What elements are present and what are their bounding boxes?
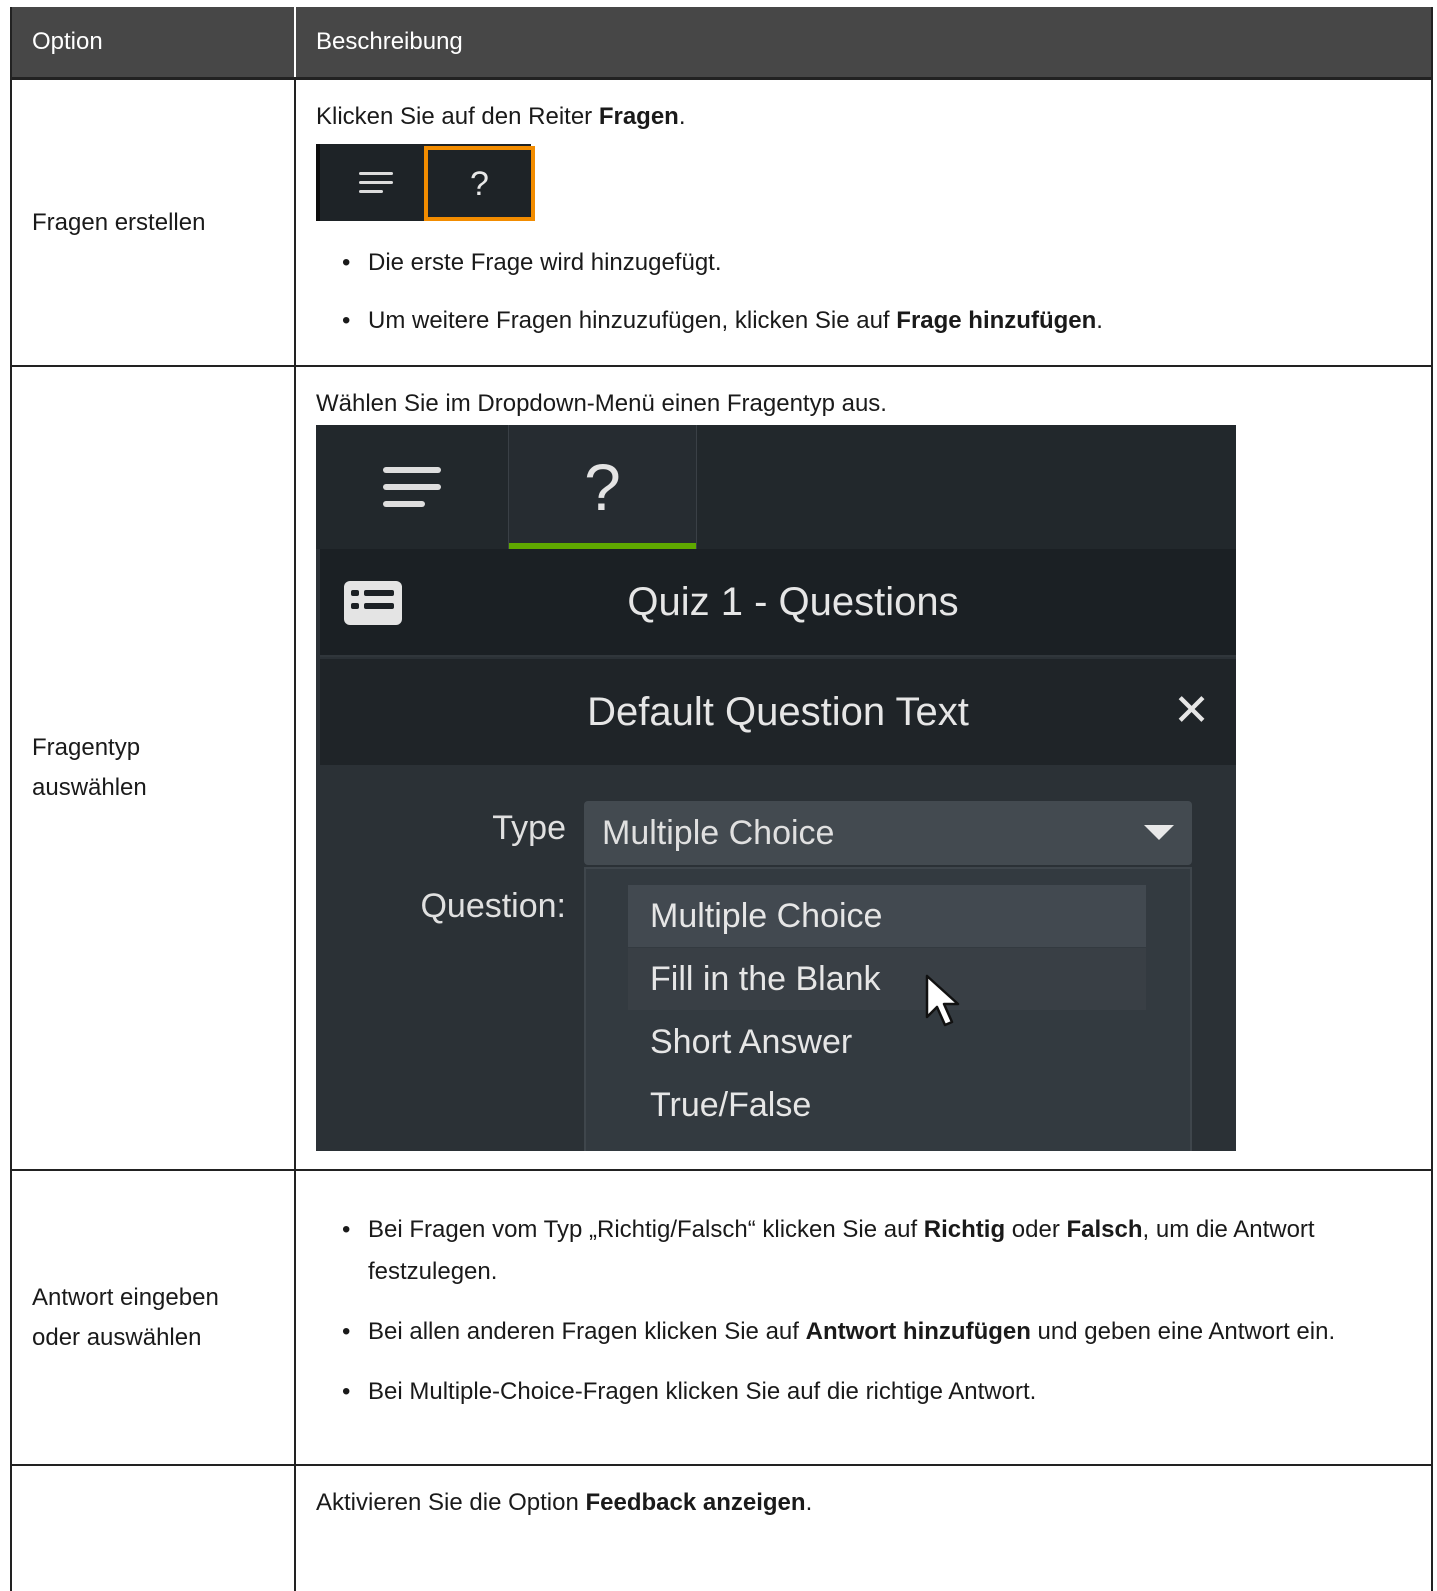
dropdown-caret-icon [1144, 825, 1174, 840]
hamburger-menu-icon [383, 456, 441, 518]
description-cell: Bei Fragen vom Typ „Richtig/Falsch“ klic… [296, 1171, 1431, 1464]
question-mark-icon: ? [470, 164, 489, 203]
option-cell: Fragentyp auswählen [12, 367, 296, 1169]
header-description: Beschreibung [316, 28, 463, 55]
list-item: Bei Multiple-Choice-Fragen klicken Sie a… [342, 1371, 1411, 1413]
list-item: Bei Fragen vom Typ „Richtig/Falsch“ klic… [342, 1209, 1411, 1293]
intro-text: Wählen Sie im Dropdown-Menü einen Fragen… [316, 390, 887, 417]
question-header: Default Question Text ✕ [320, 659, 1236, 765]
table-header: Option Beschreibung [12, 7, 1431, 80]
table-row: Aktivieren Sie die Option Feedback anzei… [12, 1466, 1431, 1591]
table-row: Fragen erstellen Klicken Sie auf den Rei… [12, 80, 1431, 367]
list-icon [344, 581, 402, 625]
type-select-value: Multiple Choice [602, 814, 835, 852]
intro-text: Aktivieren Sie die Option Feedback anzei… [316, 1486, 1411, 1520]
question-mark-icon: ? [584, 450, 621, 524]
option-cell: Fragen erstellen [12, 80, 296, 365]
tab-properties [328, 144, 424, 221]
header-option: Option [12, 7, 296, 77]
question-text: Default Question Text [587, 690, 969, 734]
intro-text: Klicken Sie auf den Reiter Fragen. [316, 100, 1411, 134]
list-item: Bei allen anderen Fragen klicken Sie auf… [342, 1311, 1411, 1353]
description-cell: Klicken Sie auf den Reiter Fragen. ? Die… [296, 80, 1431, 365]
dropdown-option: Multiple Choice [628, 885, 1146, 947]
option-cell: Antwort eingeben oder auswählen [12, 1171, 296, 1464]
quiz-header: Quiz 1 - Questions [320, 549, 1236, 657]
table-row: Fragentyp auswählen Wählen Sie im Dropdo… [12, 367, 1431, 1171]
dropdown-option: Short Answer [650, 1023, 853, 1061]
bullet-list: Bei Fragen vom Typ „Richtig/Falsch“ klic… [316, 1209, 1411, 1413]
description-cell: Wählen Sie im Dropdown-Menü einen Fragen… [296, 367, 1431, 1169]
bullet-list: Die erste Frage wird hinzugefügt. Um wei… [316, 243, 1411, 341]
quiz-title: Quiz 1 - Questions [627, 580, 959, 624]
intro-text-plain: Klicken Sie auf den Reiter [316, 103, 599, 130]
intro-text-end: . [678, 103, 686, 130]
type-label: Type [492, 809, 566, 847]
options-table: Option Beschreibung Fragen erstellen Kli… [10, 7, 1433, 1591]
table-row: Antwort eingeben oder auswählen Bei Frag… [12, 1171, 1431, 1466]
option-cell [12, 1466, 296, 1591]
question-label: Question: [420, 887, 566, 925]
close-icon: ✕ [1173, 686, 1210, 735]
type-select: Multiple Choice [584, 801, 1192, 865]
list-item: Um weitere Fragen hinzuzufügen, klicken … [342, 301, 1411, 341]
dropdown-option: Fill in the Blank [628, 948, 1146, 1010]
dropdown-option: True/False [650, 1086, 812, 1124]
tab-questions-highlighted: ? [424, 146, 535, 221]
mouse-cursor-icon [925, 974, 960, 1027]
type-dropdown-menu: Multiple Choice Fill in the Blank Short … [584, 867, 1192, 1151]
intro-text-plain: Aktivieren Sie die Option [316, 1489, 586, 1516]
intro-text-end: . [805, 1489, 813, 1516]
tab-properties [316, 425, 508, 549]
intro-text-bold: Fragen [598, 103, 679, 130]
tab-strip-image: ? [316, 144, 535, 221]
list-item: Die erste Frage wird hinzugefügt. [342, 243, 1411, 283]
intro-text-bold: Feedback anzeigen [585, 1489, 806, 1516]
dropdown-screenshot: ? Quiz 1 - Questions Default Question Te… [316, 425, 1236, 1151]
hamburger-menu-icon [359, 166, 393, 199]
description-cell: Aktivieren Sie die Option Feedback anzei… [296, 1466, 1431, 1591]
tab-questions: ? [508, 425, 697, 549]
